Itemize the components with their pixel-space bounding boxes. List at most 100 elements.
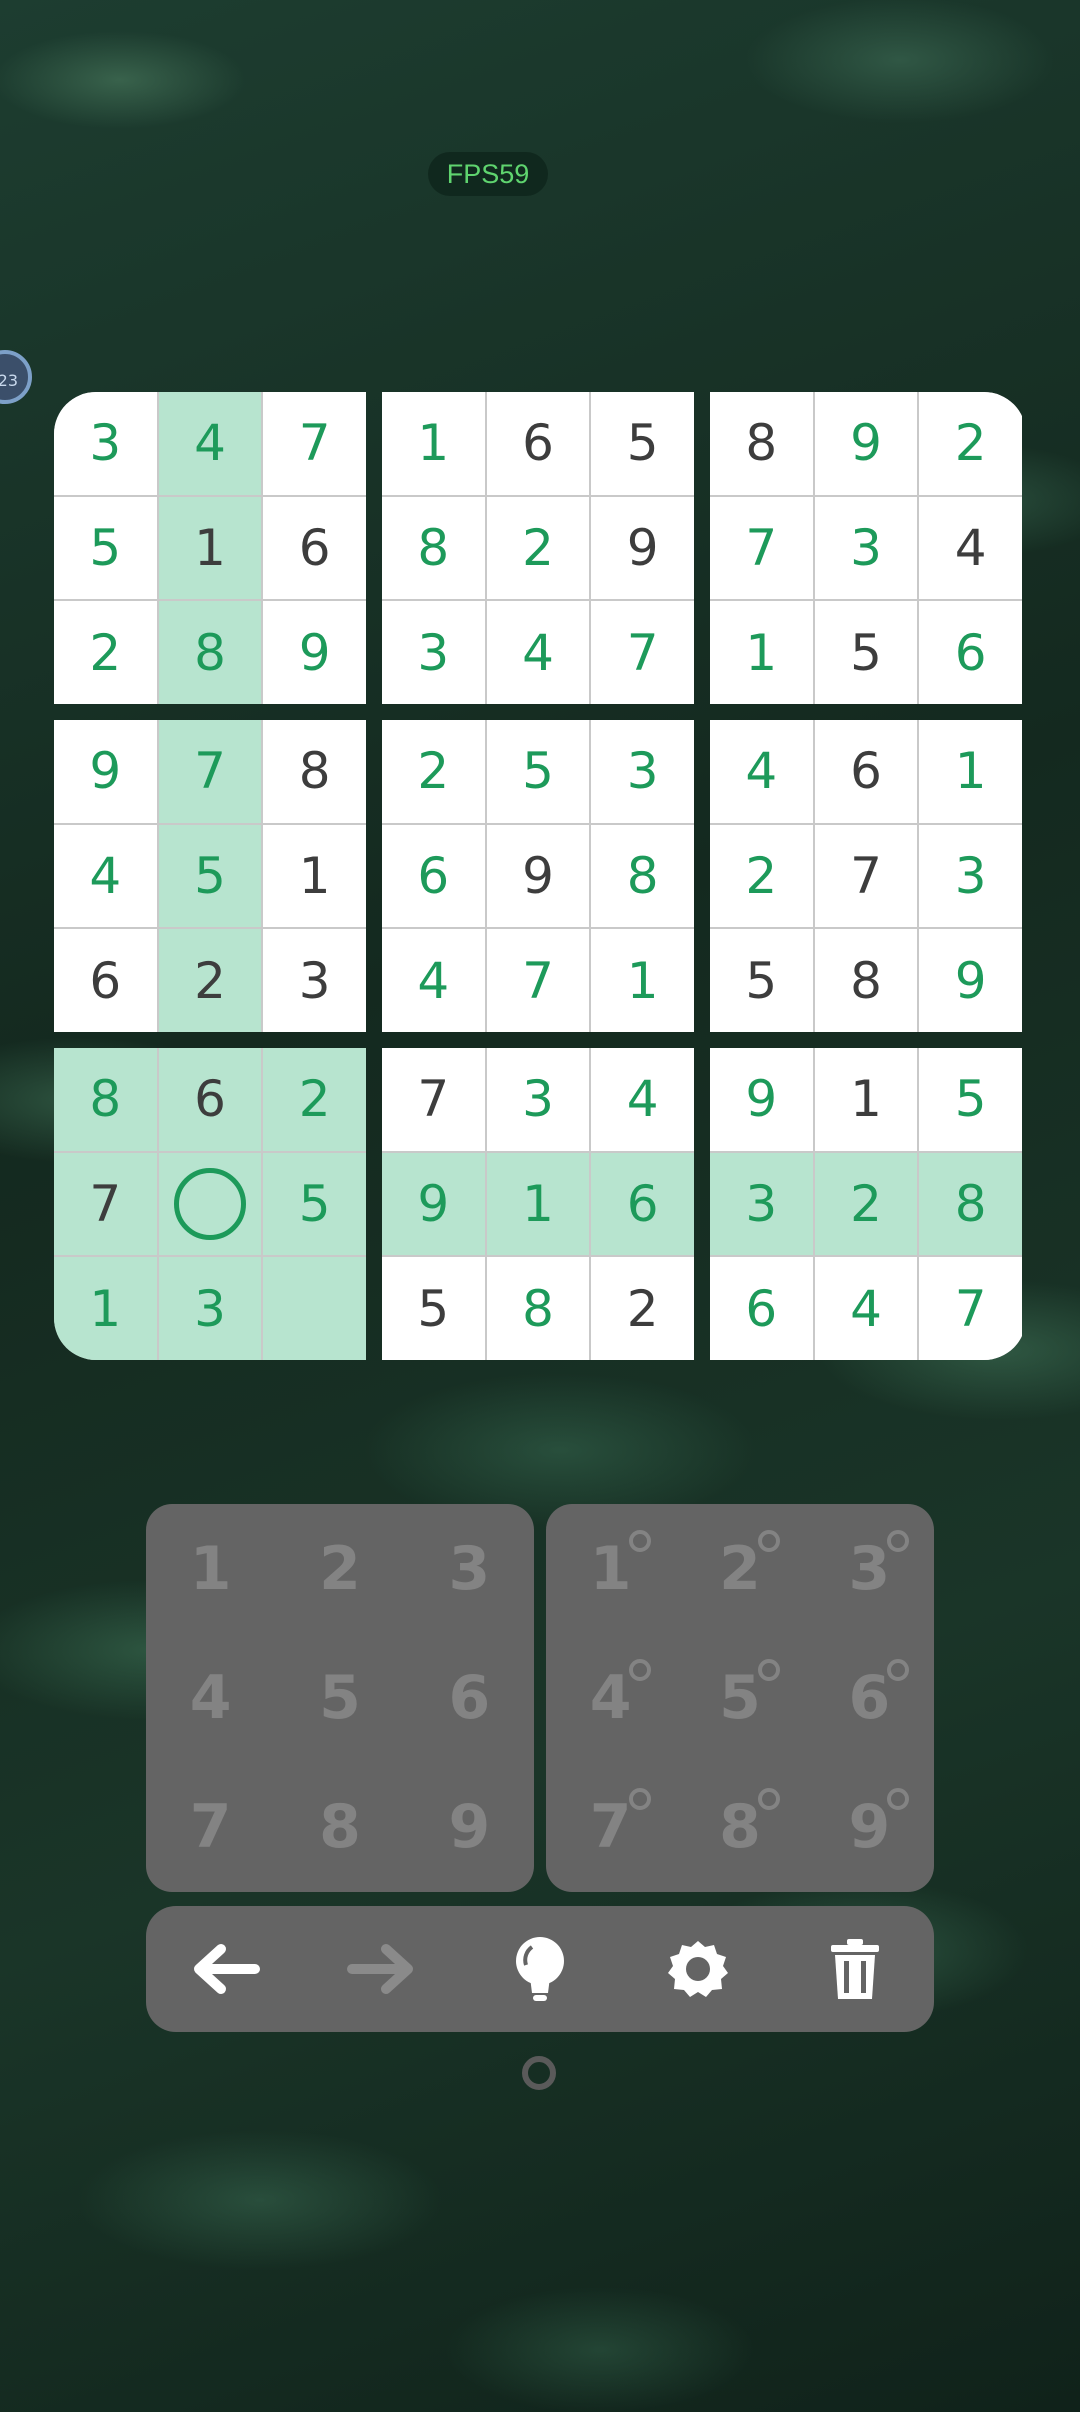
sudoku-cell[interactable]: 2: [486, 496, 590, 600]
sudoku-cell[interactable]: 9: [591, 496, 694, 600]
sudoku-cell[interactable]: 8: [710, 392, 813, 495]
sudoku-cell[interactable]: 7: [158, 720, 262, 823]
hint-button[interactable]: [490, 1919, 590, 2019]
note-key[interactable]: 1: [546, 1504, 675, 1633]
sudoku-cell[interactable]: 7: [710, 496, 813, 600]
note-key[interactable]: 4: [546, 1633, 675, 1762]
sudoku-cell[interactable]: 3: [263, 929, 366, 1032]
sudoku-cell[interactable]: 1: [158, 496, 262, 600]
sudoku-cell[interactable]: 2: [382, 720, 485, 823]
sudoku-cell[interactable]: 1: [54, 1257, 157, 1360]
sudoku-cell[interactable]: 4: [919, 496, 1022, 600]
sudoku-cell[interactable]: 8: [54, 1048, 157, 1151]
sudoku-cell[interactable]: 5: [814, 601, 918, 704]
note-key[interactable]: 3: [805, 1504, 934, 1633]
sudoku-cell[interactable]: 5: [54, 496, 157, 600]
sudoku-cell[interactable]: 8: [158, 601, 262, 704]
sudoku-cell[interactable]: 4: [710, 720, 813, 823]
number-key[interactable]: 7: [146, 1763, 275, 1892]
sudoku-cell[interactable]: 3: [919, 824, 1022, 928]
sudoku-cell[interactable]: [158, 1152, 262, 1256]
sudoku-cell[interactable]: 7: [486, 929, 590, 1032]
undo-button[interactable]: [175, 1919, 275, 2019]
sudoku-cell[interactable]: 9: [263, 601, 366, 704]
sudoku-cell[interactable]: 9: [710, 1048, 813, 1151]
number-key[interactable]: 6: [405, 1633, 534, 1762]
note-key[interactable]: 2: [675, 1504, 804, 1633]
sudoku-cell[interactable]: 1: [263, 824, 366, 928]
note-key[interactable]: 6: [805, 1633, 934, 1762]
sudoku-cell[interactable]: 7: [263, 392, 366, 495]
sudoku-cell[interactable]: [263, 1257, 366, 1360]
sudoku-cell[interactable]: 8: [486, 1257, 590, 1360]
sudoku-cell[interactable]: 3: [382, 601, 485, 704]
sudoku-cell[interactable]: 2: [710, 824, 813, 928]
sudoku-cell[interactable]: 4: [486, 601, 590, 704]
number-key[interactable]: 5: [275, 1633, 404, 1762]
sudoku-cell[interactable]: 9: [382, 1152, 485, 1256]
sudoku-cell[interactable]: 1: [919, 720, 1022, 823]
sudoku-cell[interactable]: 8: [814, 929, 918, 1032]
sudoku-cell[interactable]: 2: [263, 1048, 366, 1151]
sudoku-cell[interactable]: 5: [263, 1152, 366, 1256]
sudoku-cell[interactable]: 4: [591, 1048, 694, 1151]
sudoku-cell[interactable]: 3: [54, 392, 157, 495]
sudoku-cell[interactable]: 3: [158, 1257, 262, 1360]
sudoku-cell[interactable]: 8: [919, 1152, 1022, 1256]
sudoku-cell[interactable]: 2: [814, 1152, 918, 1256]
sudoku-cell[interactable]: 6: [382, 824, 485, 928]
sudoku-cell[interactable]: 4: [382, 929, 485, 1032]
note-key[interactable]: 8: [675, 1763, 804, 1892]
home-indicator[interactable]: [522, 2056, 556, 2090]
sudoku-cell[interactable]: 6: [158, 1048, 262, 1151]
note-key[interactable]: 5: [675, 1633, 804, 1762]
sudoku-cell[interactable]: 6: [710, 1257, 813, 1360]
sudoku-cell[interactable]: 3: [814, 496, 918, 600]
note-key[interactable]: 7: [546, 1763, 675, 1892]
sudoku-cell[interactable]: 9: [54, 720, 157, 823]
sudoku-cell[interactable]: 9: [814, 392, 918, 495]
number-key[interactable]: 1: [146, 1504, 275, 1633]
sudoku-cell[interactable]: 8: [263, 720, 366, 823]
sudoku-cell[interactable]: 7: [591, 601, 694, 704]
sudoku-cell[interactable]: 5: [158, 824, 262, 928]
settings-button[interactable]: [648, 1919, 748, 2019]
sudoku-cell[interactable]: 4: [814, 1257, 918, 1360]
sudoku-cell[interactable]: 7: [814, 824, 918, 928]
sudoku-cell[interactable]: 2: [919, 392, 1022, 495]
sudoku-cell[interactable]: 5: [591, 392, 694, 495]
number-key[interactable]: 9: [405, 1763, 534, 1892]
sudoku-cell[interactable]: 3: [710, 1152, 813, 1256]
sudoku-cell[interactable]: 7: [382, 1048, 485, 1151]
sudoku-cell[interactable]: 5: [710, 929, 813, 1032]
sudoku-cell[interactable]: 5: [486, 720, 590, 823]
sudoku-cell[interactable]: 3: [486, 1048, 590, 1151]
sudoku-cell[interactable]: 3: [591, 720, 694, 823]
number-key[interactable]: 2: [275, 1504, 404, 1633]
sudoku-cell[interactable]: 7: [919, 1257, 1022, 1360]
number-key[interactable]: 4: [146, 1633, 275, 1762]
sudoku-cell[interactable]: 9: [486, 824, 590, 928]
sudoku-cell[interactable]: 1: [591, 929, 694, 1032]
floating-side-bubble[interactable]: 23: [0, 350, 32, 404]
sudoku-cell[interactable]: 6: [263, 496, 366, 600]
sudoku-cell[interactable]: 6: [814, 720, 918, 823]
sudoku-cell[interactable]: 1: [486, 1152, 590, 1256]
sudoku-cell[interactable]: 6: [54, 929, 157, 1032]
sudoku-cell[interactable]: 5: [382, 1257, 485, 1360]
sudoku-cell[interactable]: 2: [158, 929, 262, 1032]
sudoku-cell[interactable]: 2: [54, 601, 157, 704]
note-key[interactable]: 9: [805, 1763, 934, 1892]
delete-button[interactable]: [805, 1919, 905, 2019]
sudoku-cell[interactable]: 6: [591, 1152, 694, 1256]
sudoku-cell[interactable]: 8: [382, 496, 485, 600]
sudoku-cell[interactable]: 4: [54, 824, 157, 928]
sudoku-cell[interactable]: 6: [486, 392, 590, 495]
sudoku-cell[interactable]: 1: [382, 392, 485, 495]
sudoku-cell[interactable]: 8: [591, 824, 694, 928]
sudoku-cell[interactable]: 2: [591, 1257, 694, 1360]
sudoku-cell[interactable]: 7: [54, 1152, 157, 1256]
sudoku-cell[interactable]: 1: [814, 1048, 918, 1151]
sudoku-cell[interactable]: 1: [710, 601, 813, 704]
number-key[interactable]: 3: [405, 1504, 534, 1633]
